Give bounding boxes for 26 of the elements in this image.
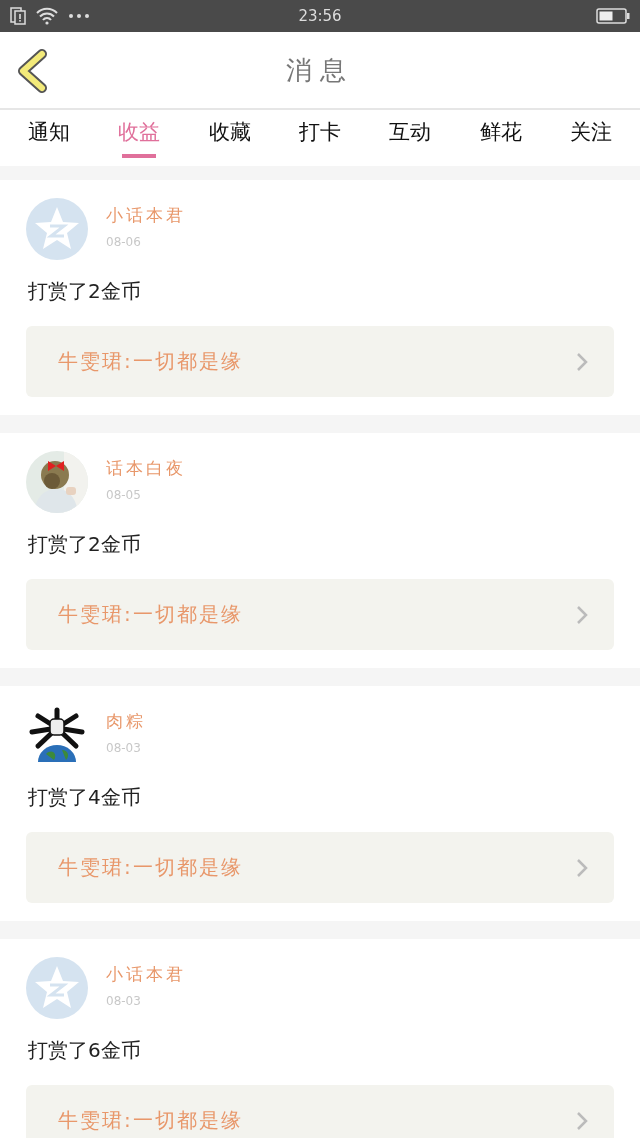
message-text: 打赏了2金币	[28, 278, 142, 304]
more-icon	[68, 13, 90, 19]
wifi-icon	[36, 7, 58, 25]
chevron-right-icon	[576, 351, 588, 372]
battery-icon	[596, 8, 630, 24]
user-name: 小话本君	[106, 963, 186, 986]
tab[interactable]: 打卡	[297, 110, 343, 162]
chevron-right-icon	[576, 857, 588, 878]
tab[interactable]: 鲜花	[477, 110, 524, 162]
user-name: 小话本君	[106, 204, 186, 227]
user-name: 话本白夜	[106, 457, 186, 480]
tab[interactable]: 互动	[387, 110, 434, 162]
chevron-right-icon	[576, 1110, 588, 1131]
tab[interactable]: 关注	[567, 110, 614, 162]
chevron-right-icon	[576, 604, 588, 625]
tab[interactable]: 收藏	[206, 110, 253, 162]
tab[interactable]: 通知	[26, 110, 73, 162]
avatar-icon	[26, 957, 88, 1019]
user-name: 肉粽	[106, 710, 146, 733]
avatar-icon	[26, 198, 88, 260]
notification-icon	[10, 7, 26, 25]
message-text: 打赏了4金币	[28, 784, 142, 810]
message-text: 打赏了6金币	[28, 1037, 142, 1063]
page-title: 消息	[286, 53, 354, 87]
status-time: 23:56	[298, 7, 342, 25]
message-text: 打赏了2金币	[28, 531, 142, 557]
